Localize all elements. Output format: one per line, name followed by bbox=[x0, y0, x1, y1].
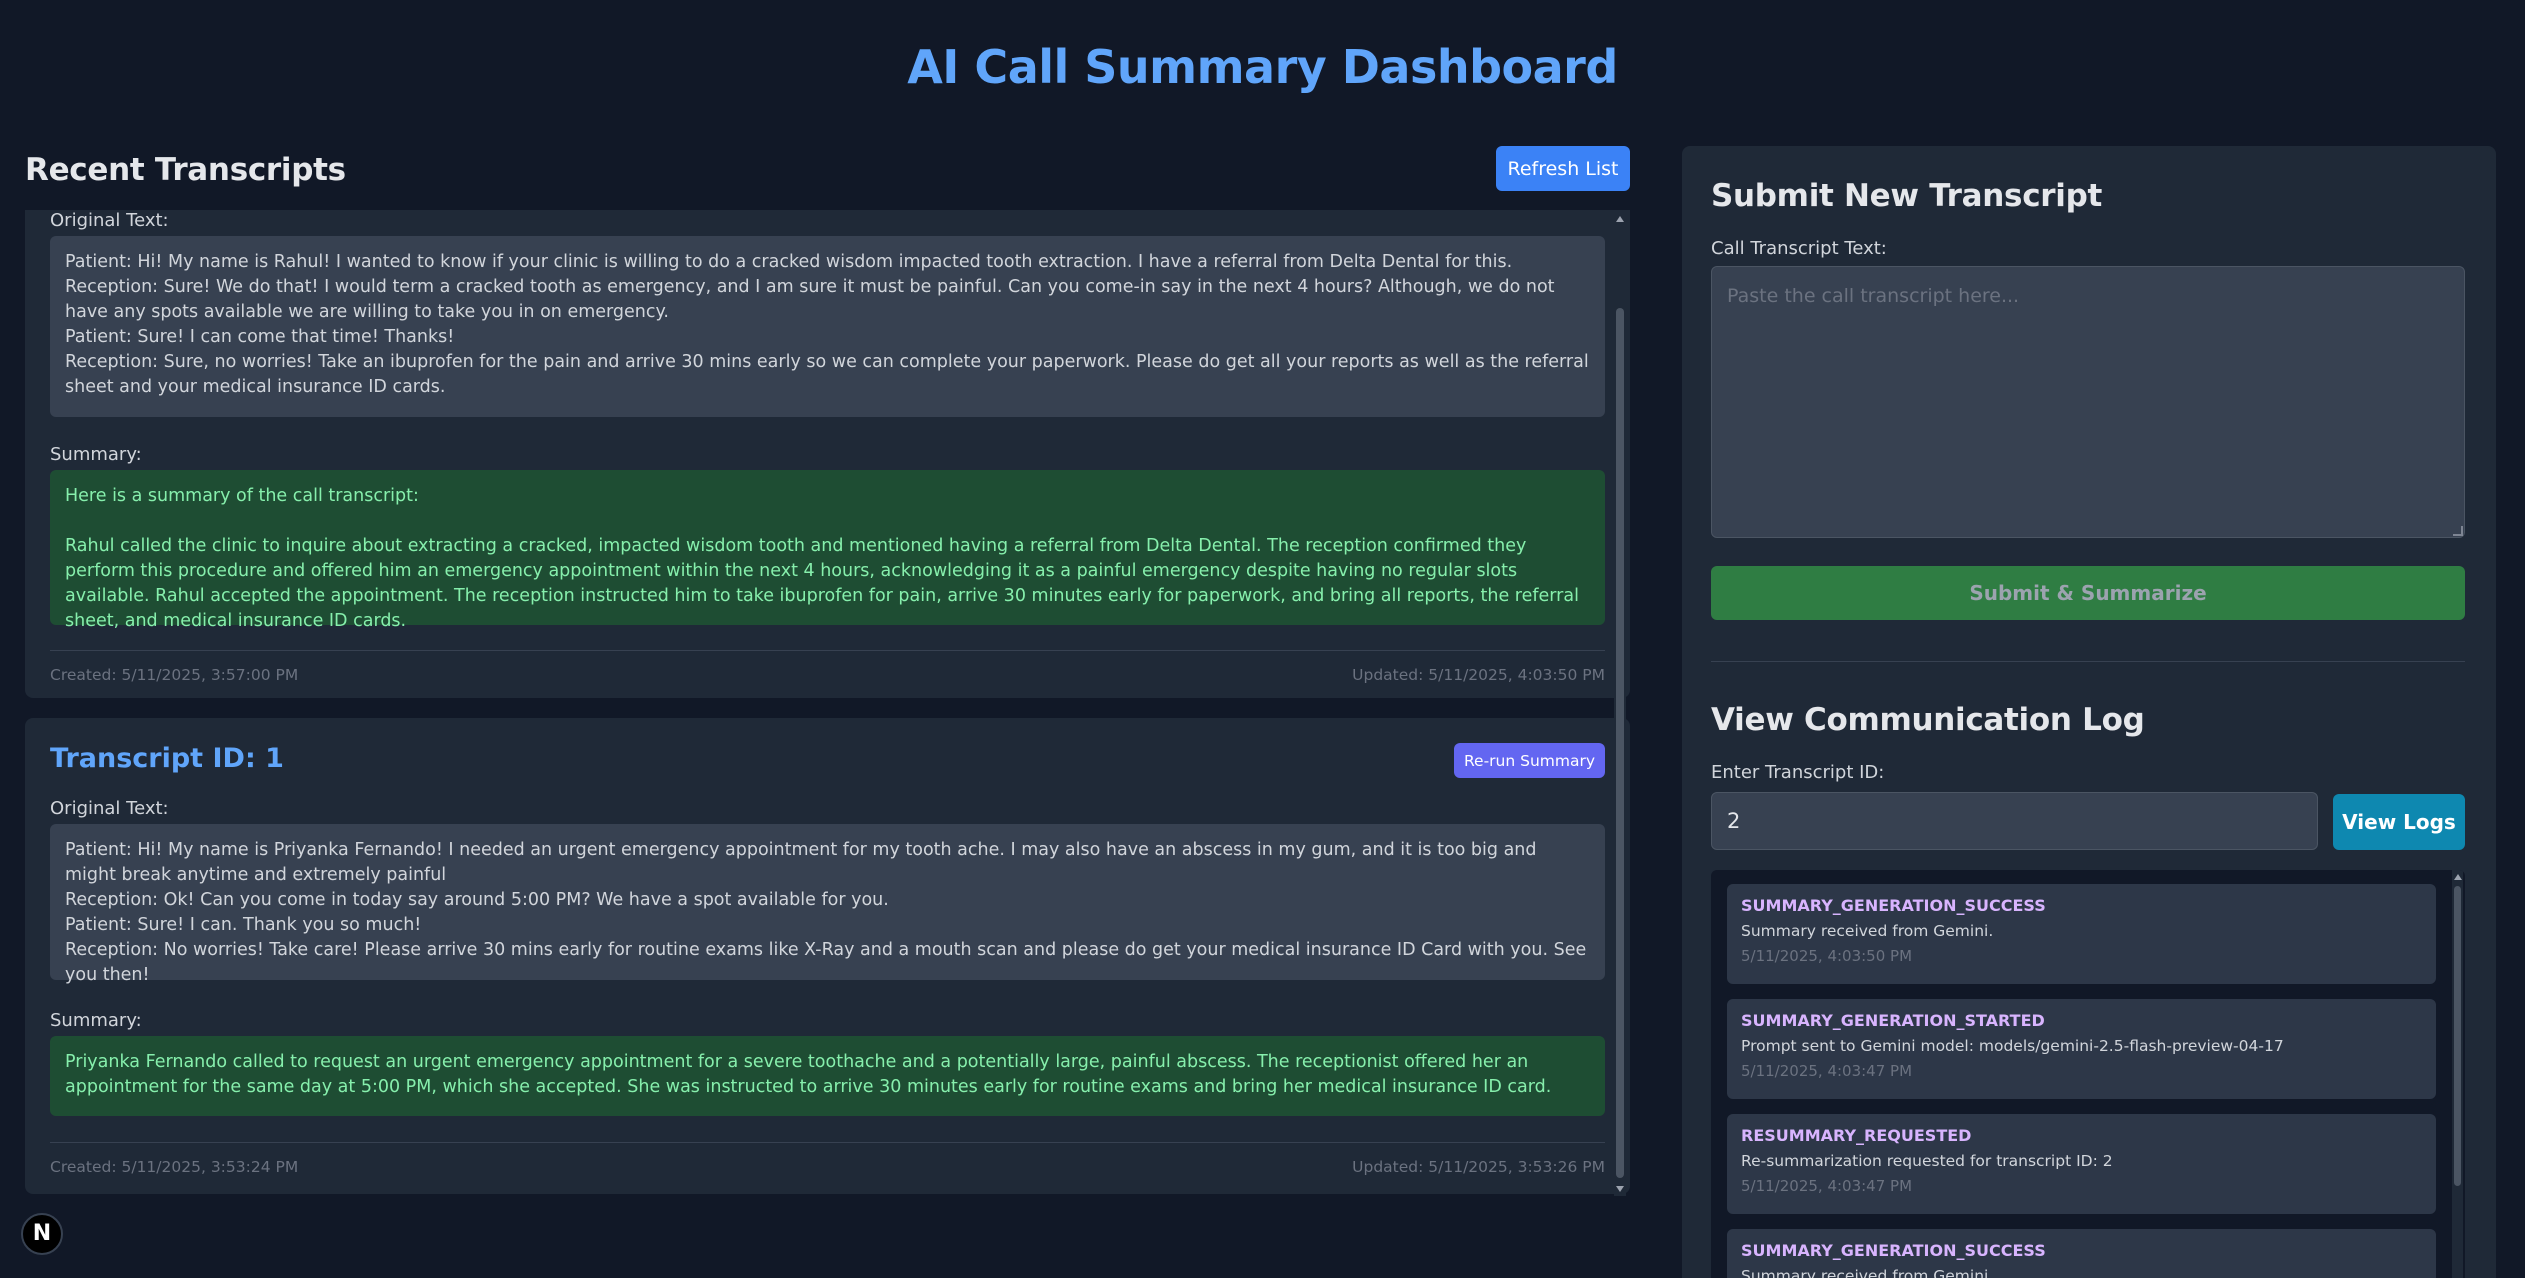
transcript-list-scrollbar[interactable] bbox=[1614, 212, 1626, 1196]
scroll-up-arrow-icon[interactable] bbox=[2454, 874, 2462, 880]
summary-label: Summary: bbox=[50, 1010, 142, 1031]
transcript-text-label: Call Transcript Text: bbox=[1711, 238, 1887, 259]
card-divider bbox=[50, 650, 1605, 651]
view-logs-button[interactable]: View Logs bbox=[2333, 794, 2465, 850]
log-event-type: SUMMARY_GENERATION_SUCCESS bbox=[1741, 1241, 2046, 1260]
log-event-type: SUMMARY_GENERATION_SUCCESS bbox=[1741, 896, 2046, 915]
refresh-list-button[interactable]: Refresh List bbox=[1496, 146, 1630, 191]
transcript-line: Reception: Sure, no worries! Take an ibu… bbox=[65, 352, 1589, 397]
transcript-line: Patient: Sure! I can come that time! Tha… bbox=[65, 327, 455, 347]
transcript-card: Transcript ID: 1 Re-run Summary Original… bbox=[25, 718, 1630, 1194]
log-timestamp: 5/11/2025, 4:03:47 PM bbox=[1741, 1177, 1913, 1195]
log-list[interactable]: SUMMARY_GENERATION_SUCCESS Summary recei… bbox=[1711, 870, 2465, 1278]
transcript-id-title: Transcript ID: 1 bbox=[50, 743, 284, 774]
log-entry: RESUMMARY_REQUESTED Re-summarization req… bbox=[1727, 1114, 2436, 1214]
transcript-card: Original Text: Patient: Hi! My name is R… bbox=[25, 210, 1630, 698]
summary-label: Summary: bbox=[50, 444, 142, 465]
original-text-label: Original Text: bbox=[50, 798, 169, 819]
log-message: Summary received from Gemini. bbox=[1741, 1267, 1994, 1278]
log-timestamp: 5/11/2025, 4:03:50 PM bbox=[1741, 947, 1913, 965]
log-timestamp: 5/11/2025, 4:03:47 PM bbox=[1741, 1062, 1913, 1080]
transcript-list[interactable]: Original Text: Patient: Hi! My name is R… bbox=[25, 210, 1630, 1196]
summary-box: Here is a summary of the call transcript… bbox=[50, 470, 1605, 631]
transcripts-header: Recent Transcripts Refresh List bbox=[25, 146, 1630, 210]
log-message: Re-summarization requested for transcrip… bbox=[1741, 1152, 2113, 1170]
log-entry: SUMMARY_GENERATION_STARTED Prompt sent t… bbox=[1727, 999, 2436, 1099]
recent-transcripts-title: Recent Transcripts bbox=[25, 152, 346, 188]
nextjs-logo-icon[interactable]: N bbox=[21, 1213, 63, 1255]
summary-intro: Here is a summary of the call transcript… bbox=[65, 486, 419, 506]
transcripts-section: Recent Transcripts Refresh List Original… bbox=[25, 146, 1630, 1196]
scroll-up-arrow-icon[interactable] bbox=[1616, 216, 1624, 222]
transcript-id-label: Enter Transcript ID: bbox=[1711, 762, 1885, 783]
transcript-line: Patient: Hi! My name is Priyanka Fernand… bbox=[65, 840, 1537, 885]
submit-summarize-button[interactable]: Submit & Summarize bbox=[1711, 566, 2465, 620]
scrollbar-thumb[interactable] bbox=[1616, 308, 1624, 1178]
summary-text: Rahul called the clinic to inquire about… bbox=[65, 536, 1579, 631]
summary-box: Priyanka Fernando called to request an u… bbox=[50, 1036, 1605, 1116]
original-text-label: Original Text: bbox=[50, 210, 169, 231]
transcript-line: Patient: Sure! I can. Thank you so much! bbox=[65, 915, 422, 935]
transcript-textarea[interactable] bbox=[1711, 266, 2465, 538]
communication-log-title: View Communication Log bbox=[1711, 702, 2145, 738]
original-text-box: Patient: Hi! My name is Rahul! I wanted … bbox=[50, 236, 1605, 417]
created-timestamp: Created: 5/11/2025, 3:57:00 PM bbox=[50, 666, 299, 684]
scroll-down-arrow-icon[interactable] bbox=[1616, 1186, 1624, 1192]
transcript-line: Reception: Ok! Can you come in today say… bbox=[65, 890, 889, 910]
rerun-summary-button[interactable]: Re-run Summary bbox=[1454, 743, 1605, 778]
transcript-line: Reception: No worries! Take care! Please… bbox=[65, 940, 1587, 985]
submit-transcript-title: Submit New Transcript bbox=[1711, 178, 2102, 214]
log-message: Prompt sent to Gemini model: models/gemi… bbox=[1741, 1037, 2284, 1055]
updated-timestamp: Updated: 5/11/2025, 4:03:50 PM bbox=[1352, 666, 1605, 684]
updated-timestamp: Updated: 5/11/2025, 3:53:26 PM bbox=[1352, 1158, 1605, 1176]
transcript-line: Reception: Sure! We do that! I would ter… bbox=[65, 277, 1555, 322]
resize-handle-icon[interactable] bbox=[2453, 526, 2463, 536]
section-divider bbox=[1711, 661, 2465, 662]
log-entry: SUMMARY_GENERATION_SUCCESS Summary recei… bbox=[1727, 884, 2436, 984]
log-event-type: RESUMMARY_REQUESTED bbox=[1741, 1126, 1972, 1145]
summary-text: Priyanka Fernando called to request an u… bbox=[65, 1052, 1552, 1097]
log-event-type: SUMMARY_GENERATION_STARTED bbox=[1741, 1011, 2045, 1030]
original-text-box: Patient: Hi! My name is Priyanka Fernand… bbox=[50, 824, 1605, 985]
page-title: AI Call Summary Dashboard bbox=[907, 40, 1618, 94]
transcript-id-input[interactable] bbox=[1711, 792, 2318, 850]
scrollbar-thumb[interactable] bbox=[2454, 886, 2461, 1186]
log-entry: SUMMARY_GENERATION_SUCCESS Summary recei… bbox=[1727, 1229, 2436, 1278]
right-panel: Submit New Transcript Call Transcript Te… bbox=[1682, 146, 2496, 1278]
transcript-line: Patient: Hi! My name is Rahul! I wanted … bbox=[65, 252, 1513, 272]
card-divider bbox=[50, 1142, 1605, 1143]
log-list-scrollbar[interactable] bbox=[2452, 870, 2463, 1278]
log-message: Summary received from Gemini. bbox=[1741, 922, 1994, 940]
created-timestamp: Created: 5/11/2025, 3:53:24 PM bbox=[50, 1158, 299, 1176]
